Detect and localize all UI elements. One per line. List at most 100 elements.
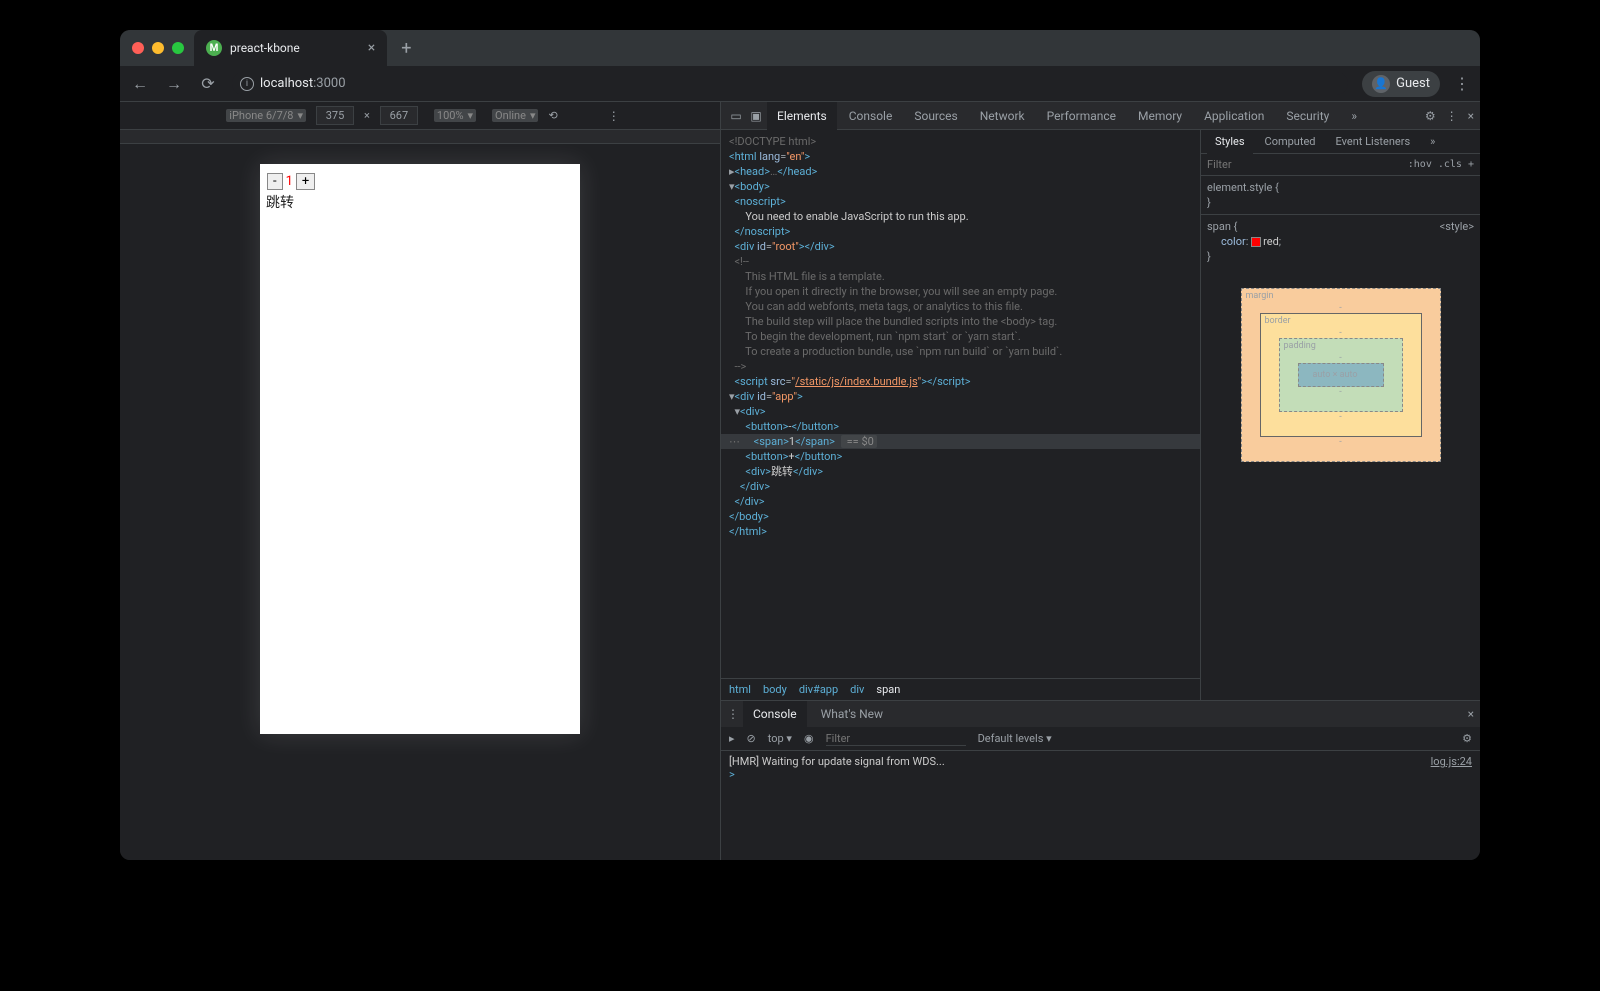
dom-line-selected[interactable]: ⋯ <span>1</span> == $0 bbox=[721, 434, 1200, 449]
dom-line[interactable]: You can add webfonts, meta tags, or anal… bbox=[721, 299, 1200, 314]
dom-line[interactable]: </div> bbox=[721, 494, 1200, 509]
crumb-body[interactable]: body bbox=[763, 683, 787, 696]
profile-button[interactable]: 👤 Guest bbox=[1362, 71, 1440, 97]
site-info-icon[interactable]: i bbox=[240, 77, 254, 91]
settings-icon[interactable]: ⚙ bbox=[1425, 109, 1436, 123]
dom-line[interactable]: This HTML file is a template. bbox=[721, 269, 1200, 284]
style-rules[interactable]: element.style { } <style>span { color: r… bbox=[1201, 176, 1480, 268]
dom-line[interactable]: </div> bbox=[721, 479, 1200, 494]
rule-element-style[interactable]: element.style { bbox=[1207, 180, 1474, 195]
styles-filter-row: :hov .cls + bbox=[1201, 154, 1480, 176]
drawer-tab-whatsnew[interactable]: What's New bbox=[811, 701, 893, 727]
crumb-html[interactable]: html bbox=[729, 683, 751, 696]
dom-line[interactable]: </body> bbox=[721, 509, 1200, 524]
devtools-menu-icon[interactable]: ⋮ bbox=[1446, 109, 1458, 123]
dom-line[interactable]: <button>-</button> bbox=[721, 419, 1200, 434]
crumb-app[interactable]: div#app bbox=[799, 683, 838, 696]
browser-tab[interactable]: M preact-kbone × bbox=[194, 30, 387, 66]
drawer-tab-console[interactable]: Console bbox=[743, 701, 807, 727]
decrement-button[interactable]: - bbox=[267, 173, 283, 190]
close-tab-icon[interactable]: × bbox=[368, 40, 375, 56]
console-source-link[interactable]: log.js:24 bbox=[1431, 755, 1472, 768]
tab-computed[interactable]: Computed bbox=[1257, 130, 1324, 154]
dom-line[interactable]: ▸<head>…</head> bbox=[721, 164, 1200, 179]
crumb-div[interactable]: div bbox=[850, 683, 864, 696]
dom-line[interactable]: <script src="/static/js/index.bundle.js"… bbox=[721, 374, 1200, 389]
zoom-select[interactable]: 100% ▾ bbox=[434, 109, 476, 122]
box-model[interactable]: margin- border- padding- auto × auto - -… bbox=[1241, 288, 1441, 462]
console-filter-input[interactable] bbox=[826, 732, 966, 746]
drawer-menu-icon[interactable]: ⋮ bbox=[727, 707, 739, 721]
tab-security[interactable]: Security bbox=[1276, 102, 1339, 130]
console-sidebar-icon[interactable]: ▸ bbox=[729, 732, 735, 745]
context-select[interactable]: top ▾ bbox=[768, 732, 792, 745]
device-height-input[interactable] bbox=[380, 106, 418, 125]
tab-network[interactable]: Network bbox=[970, 102, 1035, 130]
dom-line[interactable]: <noscript> bbox=[721, 194, 1200, 209]
color-swatch-icon[interactable] bbox=[1251, 237, 1261, 247]
tab-more[interactable]: » bbox=[1341, 102, 1367, 130]
tab-event-listeners[interactable]: Event Listeners bbox=[1328, 130, 1419, 154]
console-message[interactable]: [HMR] Waiting for update signal from WDS… bbox=[729, 755, 1472, 768]
dom-line[interactable]: If you open it directly in the browser, … bbox=[721, 284, 1200, 299]
tab-application[interactable]: Application bbox=[1194, 102, 1274, 130]
device-select[interactable]: iPhone 6/7/8 ▾ bbox=[226, 109, 306, 122]
forward-button[interactable]: → bbox=[164, 74, 184, 94]
url-input[interactable]: i localhost:3000 bbox=[232, 72, 1348, 95]
tab-memory[interactable]: Memory bbox=[1128, 102, 1192, 130]
dom-line[interactable]: --> bbox=[721, 359, 1200, 374]
tab-styles-more[interactable]: » bbox=[1422, 130, 1443, 154]
new-tab-button[interactable]: + bbox=[401, 38, 411, 59]
close-window-icon[interactable] bbox=[132, 42, 144, 54]
tab-console[interactable]: Console bbox=[839, 102, 903, 130]
dom-line[interactable]: <button>+</button> bbox=[721, 449, 1200, 464]
device-toggle-icon[interactable]: ▣ bbox=[747, 109, 765, 123]
styles-panel: Styles Computed Event Listeners » :hov .… bbox=[1200, 130, 1480, 700]
dom-line[interactable]: ▾<body> bbox=[721, 179, 1200, 194]
tab-styles[interactable]: Styles bbox=[1207, 130, 1253, 154]
tab-elements[interactable]: Elements bbox=[767, 102, 837, 130]
clear-console-icon[interactable]: ⊘ bbox=[747, 732, 756, 745]
dom-line[interactable]: You need to enable JavaScript to run thi… bbox=[721, 209, 1200, 224]
dom-line[interactable]: <div>跳转</div> bbox=[721, 464, 1200, 479]
dom-line[interactable]: <!DOCTYPE html> bbox=[721, 134, 1200, 149]
dom-line[interactable]: ▾<div id="app"> bbox=[721, 389, 1200, 404]
console-settings-icon[interactable]: ⚙ bbox=[1462, 732, 1472, 745]
back-button[interactable]: ← bbox=[130, 74, 150, 94]
dom-line[interactable]: The build step will place the bundled sc… bbox=[721, 314, 1200, 329]
increment-button[interactable]: + bbox=[296, 173, 315, 190]
styles-filter-input[interactable] bbox=[1207, 158, 1267, 171]
tab-sources[interactable]: Sources bbox=[904, 102, 967, 130]
rotate-icon[interactable]: ⟲ bbox=[548, 109, 557, 122]
dom-tree[interactable]: <!DOCTYPE html> <html lang="en"> ▸<head>… bbox=[721, 130, 1200, 678]
device-width-input[interactable] bbox=[316, 106, 354, 125]
dom-line[interactable]: ▾<div> bbox=[721, 404, 1200, 419]
maximize-window-icon[interactable] bbox=[172, 42, 184, 54]
rule-span[interactable]: <style>span { bbox=[1207, 219, 1474, 234]
live-expression-icon[interactable]: ◉ bbox=[804, 732, 814, 745]
dom-line[interactable]: To begin the development, run `npm start… bbox=[721, 329, 1200, 344]
styles-options[interactable]: :hov .cls + bbox=[1408, 159, 1474, 170]
dom-line[interactable]: <div id="root"></div> bbox=[721, 239, 1200, 254]
device-toolbar-menu[interactable]: ⋮ bbox=[608, 109, 620, 123]
crumb-span[interactable]: span bbox=[876, 683, 900, 696]
console-output[interactable]: [HMR] Waiting for update signal from WDS… bbox=[721, 751, 1480, 860]
dom-line[interactable]: To create a production bundle, use `npm … bbox=[721, 344, 1200, 359]
browser-menu-button[interactable]: ⋮ bbox=[1454, 74, 1470, 93]
close-devtools-icon[interactable]: × bbox=[1468, 109, 1474, 123]
minimize-window-icon[interactable] bbox=[152, 42, 164, 54]
dom-line[interactable]: </html> bbox=[721, 524, 1200, 539]
jump-link[interactable]: 跳转 bbox=[266, 192, 574, 212]
reload-button[interactable]: ⟳ bbox=[198, 74, 218, 93]
throttle-select[interactable]: Online ▾ bbox=[492, 109, 538, 122]
dom-line[interactable]: <html lang="en"> bbox=[721, 149, 1200, 164]
dom-line[interactable]: </noscript> bbox=[721, 224, 1200, 239]
dom-line[interactable]: <!-- bbox=[721, 254, 1200, 269]
close-drawer-icon[interactable]: × bbox=[1468, 707, 1474, 721]
url-port: :3000 bbox=[313, 76, 345, 91]
console-prompt[interactable]: > bbox=[729, 768, 1472, 781]
log-levels-select[interactable]: Default levels ▾ bbox=[978, 732, 1052, 745]
inspect-icon[interactable]: ▭ bbox=[727, 109, 745, 123]
css-property[interactable]: color: red; bbox=[1207, 234, 1474, 249]
tab-performance[interactable]: Performance bbox=[1037, 102, 1126, 130]
